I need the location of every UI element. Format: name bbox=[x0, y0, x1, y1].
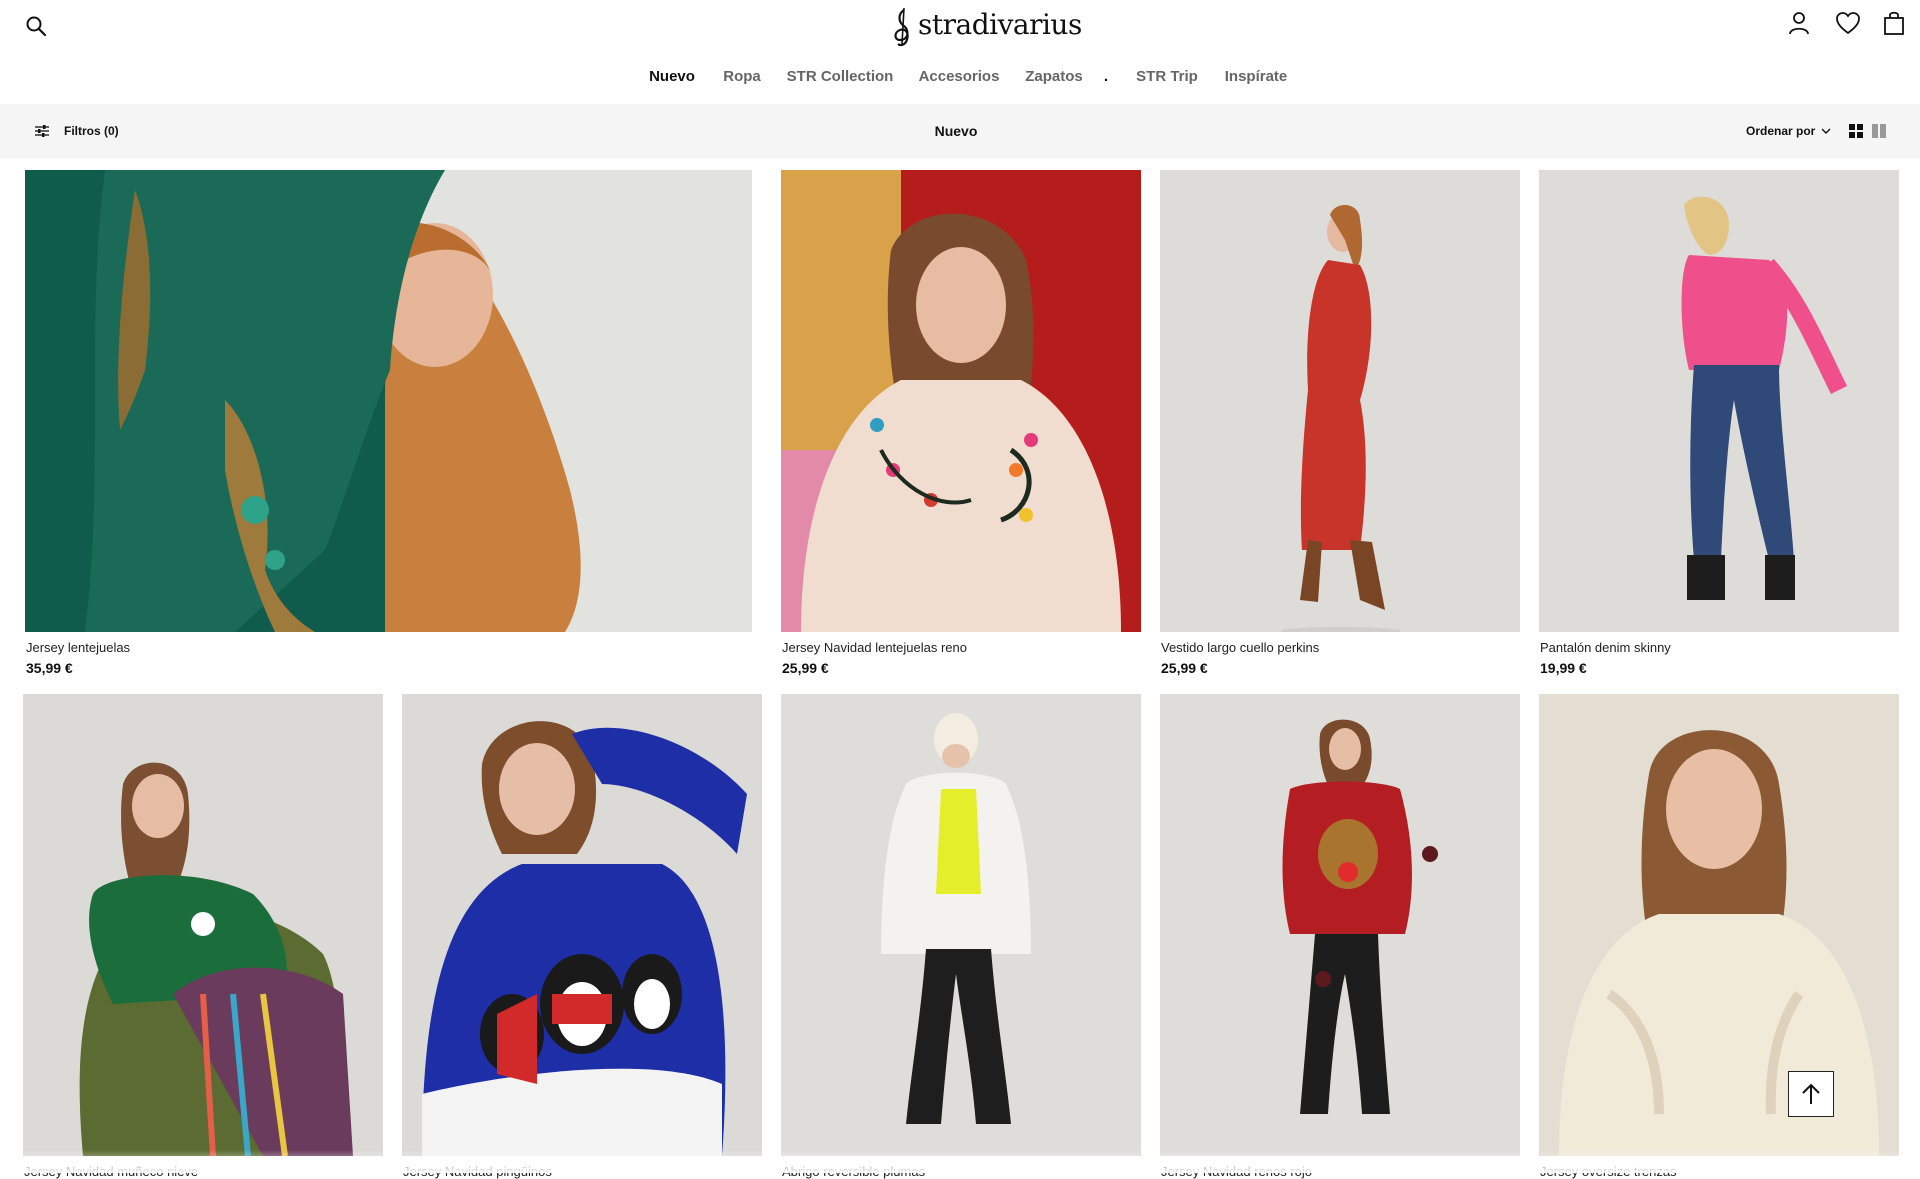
heart-icon[interactable] bbox=[1834, 10, 1862, 36]
chevron-down-icon bbox=[1821, 128, 1831, 134]
nav-item-inspirate[interactable]: Inspírate bbox=[1225, 68, 1288, 85]
product-photo bbox=[781, 694, 1141, 1156]
sort-button[interactable]: Ordenar por bbox=[1746, 124, 1831, 138]
product-name[interactable]: Vestido largo cuello perkins bbox=[1161, 640, 1319, 655]
product-image[interactable] bbox=[1160, 170, 1520, 632]
page-title: Nuevo bbox=[934, 123, 978, 139]
user-icon[interactable] bbox=[1786, 10, 1812, 36]
scroll-to-top-button[interactable] bbox=[1788, 1071, 1834, 1117]
product-photo bbox=[1160, 694, 1520, 1156]
filter-bar: Filtros (0) Nuevo Ordenar por bbox=[0, 104, 1920, 158]
arrow-up-icon bbox=[1802, 1083, 1820, 1104]
product-card[interactable]: Jersey Navidad pingüinos bbox=[402, 694, 762, 1179]
nav-item-str-collection[interactable]: STR Collection bbox=[787, 68, 894, 85]
nav-item-zapatos[interactable]: Zapatos bbox=[1025, 68, 1083, 85]
product-name[interactable]: Jersey Navidad lentejuelas reno bbox=[782, 640, 967, 655]
bottom-fade bbox=[0, 1150, 1920, 1173]
logo-text: stradivarius bbox=[918, 8, 1082, 41]
product-card[interactable]: Jersey Navidad lentejuelas reno 25,99 € bbox=[781, 170, 1141, 680]
product-image[interactable] bbox=[781, 694, 1141, 1156]
product-card[interactable]: Abrigo reversible plumas bbox=[781, 694, 1141, 1179]
main-nav: Nuevo Ropa STR Collection Accesorios Zap… bbox=[0, 68, 1920, 90]
product-price: 25,99 € bbox=[782, 660, 829, 676]
grid-view-icon[interactable] bbox=[1849, 124, 1863, 138]
product-photo bbox=[781, 170, 1141, 632]
product-image[interactable] bbox=[1539, 170, 1899, 632]
product-image[interactable] bbox=[23, 694, 383, 1156]
product-name[interactable]: Pantalón denim skinny bbox=[1540, 640, 1671, 655]
product-image[interactable] bbox=[781, 170, 1141, 632]
nav-item-str-trip[interactable]: STR Trip bbox=[1136, 68, 1198, 85]
product-card[interactable]: Vestido largo cuello perkins 25,99 € bbox=[1160, 170, 1520, 680]
product-photo bbox=[1539, 170, 1899, 632]
product-card[interactable]: Pantalón denim skinny 19,99 € bbox=[1539, 170, 1899, 680]
product-photo bbox=[1160, 170, 1520, 632]
product-photo bbox=[1539, 694, 1899, 1156]
nav-item-ropa[interactable]: Ropa bbox=[723, 68, 761, 85]
nav-item-dot[interactable]: . bbox=[1104, 68, 1108, 85]
product-card[interactable]: Jersey Navidad renos rojo bbox=[1160, 694, 1520, 1179]
sort-label: Ordenar por bbox=[1746, 124, 1816, 138]
product-name[interactable]: Jersey lentejuelas bbox=[26, 640, 130, 655]
product-card[interactable]: Jersey lentejuelas 35,99 € bbox=[25, 170, 752, 680]
product-image[interactable] bbox=[1160, 694, 1520, 1156]
product-image[interactable] bbox=[25, 170, 752, 632]
product-price: 35,99 € bbox=[26, 660, 73, 676]
product-photo bbox=[23, 694, 383, 1156]
product-image[interactable] bbox=[1539, 694, 1899, 1156]
product-price: 19,99 € bbox=[1540, 660, 1587, 676]
nav-item-accesorios[interactable]: Accesorios bbox=[919, 68, 1000, 85]
product-card[interactable]: Jersey Navidad muñeco nieve bbox=[23, 694, 383, 1179]
product-image[interactable] bbox=[402, 694, 762, 1156]
product-photo bbox=[25, 170, 752, 632]
site-header: stradivarius Nuevo Ropa STR Collection A… bbox=[0, 0, 1920, 104]
product-card[interactable]: Jersey oversize trenzas bbox=[1539, 694, 1899, 1179]
search-icon[interactable] bbox=[24, 13, 50, 39]
nav-item-nuevo[interactable]: Nuevo bbox=[649, 68, 695, 85]
column-view-icon[interactable] bbox=[1872, 124, 1886, 138]
product-photo bbox=[402, 694, 762, 1156]
bag-icon[interactable] bbox=[1882, 9, 1906, 37]
product-price: 25,99 € bbox=[1161, 660, 1208, 676]
